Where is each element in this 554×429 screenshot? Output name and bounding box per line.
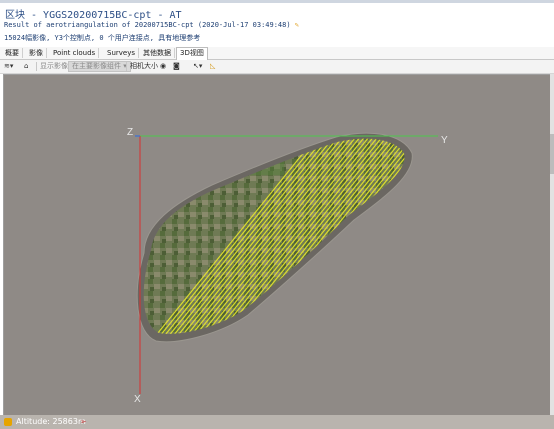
display-images-label[interactable]: 显示影像 [40,61,68,72]
flight-track-line [353,138,405,334]
tab-3d-view[interactable]: 3D视图 [176,47,208,60]
result-subtitle: Result of aerotriangulation of 20200715B… [4,21,299,29]
scene-canvas[interactable]: Z Y X [4,75,551,416]
tab-overview[interactable]: 概要 [2,48,23,58]
pointer-icon[interactable]: ↖▾ [193,61,202,72]
block-info: 15024幅影像, Y3个控制点, 0 个用户连接点, 具有地理参考 [4,34,201,42]
result-subtitle-text: Result of aerotriangulation of 20200715B… [4,21,291,29]
ruler-icon[interactable]: ◺ [210,61,215,72]
scrollbar-thumb[interactable] [550,134,554,174]
window-title: 区块 - YGGS20200715BC-cpt - AT [5,10,182,21]
camera-size-label: 相机大小 [130,62,158,70]
cursor-icon: ➢ [80,417,87,426]
tab-images[interactable]: 影像 [26,48,47,58]
flight-track-line [348,138,405,334]
tab-bar: 概要 影像 Point clouds Surveys 其他数据 3D视图 [0,47,554,60]
image-group-select[interactable]: 在主要影像组件 ▾ [68,61,131,72]
layers-icon[interactable]: ≋▾ [4,61,13,72]
axis-x-label: X [134,394,141,405]
window-top-border [0,0,554,3]
flight-track-line [333,138,405,334]
tab-point-clouds[interactable]: Point clouds [50,48,100,58]
3d-viewport[interactable]: Z Y X [3,74,552,417]
flight-track-line [358,138,405,334]
status-bar: Altitude: 25863m ➢ [0,415,554,429]
camera-icon[interactable]: ◙ [173,61,180,72]
home-icon[interactable]: ⌂ [24,61,28,72]
altitude-readout: Altitude: 25863m [16,417,86,426]
flight-track-line [343,138,405,334]
toolbar-separator [126,62,127,71]
view-toolbar: ≋▾ ⌂ 显示影像 在主要影像组件 ▾ 相机大小 ◉ ◙ ↖▾ ◺ [0,60,554,74]
tab-surveys[interactable]: Surveys [104,48,139,58]
image-group-select-value: 在主要影像组件 [72,62,121,70]
tab-other-data[interactable]: 其他数据 [140,48,175,58]
flight-track-line [338,138,405,334]
eye-icon[interactable]: ◉ [160,61,166,72]
edit-icon[interactable]: ✎ [295,21,299,29]
axis-z-label: Z [127,127,133,138]
axis-y-label: Y [441,135,448,146]
toolbar-separator [36,62,37,71]
altitude-icon [4,418,12,426]
vertical-scrollbar[interactable] [550,74,554,415]
